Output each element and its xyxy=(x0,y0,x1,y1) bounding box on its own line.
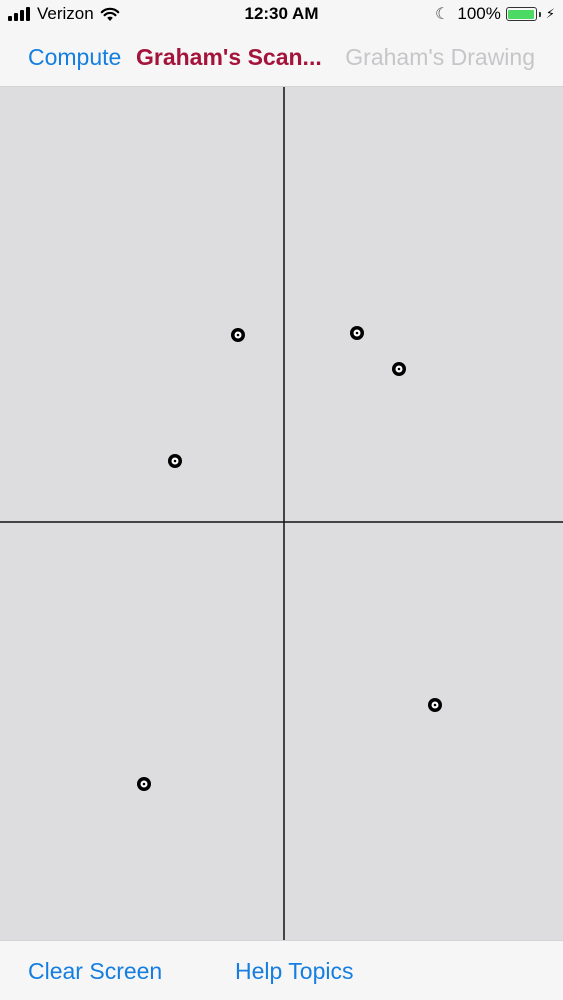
help-topics-button[interactable]: Help Topics xyxy=(235,958,353,985)
plot-point xyxy=(392,362,406,376)
bottom-toolbar: Clear Screen Help Topics xyxy=(0,940,563,1000)
plot-point xyxy=(428,698,442,712)
drawing-canvas[interactable] xyxy=(0,87,563,940)
plot-point xyxy=(168,454,182,468)
grahams-drawing-button[interactable]: Graham's Drawing xyxy=(345,44,535,71)
battery-tip xyxy=(538,11,541,17)
app-screen: Verizon 12:30 AM ☾ 100% ⚡ Compute Graham… xyxy=(0,0,563,1000)
battery-percent: 100% xyxy=(457,4,501,23)
battery-level-fill xyxy=(508,9,535,19)
plot-point xyxy=(231,328,245,342)
plot-point xyxy=(137,777,151,791)
status-right: ☾ 100% ⚡ xyxy=(435,4,555,24)
do-not-disturb-moon-icon: ☾ xyxy=(435,6,450,23)
plot-point xyxy=(350,326,364,340)
compute-button[interactable]: Compute xyxy=(28,44,121,71)
charging-bolt-icon: ⚡ xyxy=(545,6,555,21)
status-bar: Verizon 12:30 AM ☾ 100% ⚡ xyxy=(0,0,563,30)
clear-screen-button[interactable]: Clear Screen xyxy=(28,958,162,985)
navigation-bar: Compute Graham's Scan... Graham's Drawin… xyxy=(0,30,563,87)
nav-title: Graham's Scan... xyxy=(136,44,322,70)
battery-icon xyxy=(505,7,537,21)
points-layer xyxy=(137,326,442,791)
plot-area[interactable] xyxy=(0,87,563,940)
